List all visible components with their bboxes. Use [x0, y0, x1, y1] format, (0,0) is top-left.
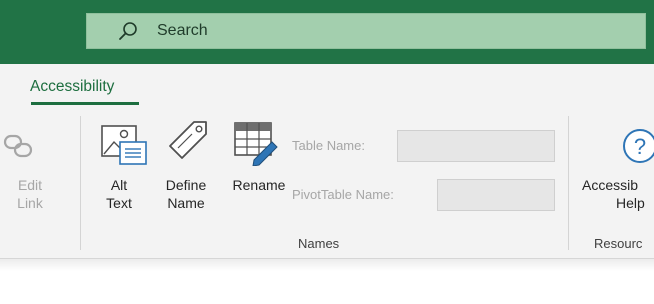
define-name-button[interactable]: Define Name — [160, 176, 212, 212]
pivot-table-name-input[interactable] — [437, 179, 555, 211]
rename-table-icon — [234, 122, 278, 166]
edit-link-line2: Link — [17, 195, 43, 211]
ribbon-shadow — [0, 259, 654, 271]
alt-text-icon — [101, 125, 147, 165]
table-name-label: Table Name: — [292, 138, 365, 153]
accessibility-help-button[interactable]: Accessib Help — [582, 176, 654, 212]
tab-accessibility[interactable]: Accessibility — [30, 78, 114, 96]
edit-link-line1: Edit — [17, 177, 43, 193]
help-icon: ? — [623, 129, 654, 163]
table-name-input[interactable] — [397, 130, 555, 162]
active-tab-indicator — [31, 102, 139, 105]
group-label-names: Names — [298, 236, 340, 251]
define-name-line2: Name — [167, 195, 205, 211]
pivot-table-name-label: PivotTable Name: — [292, 187, 394, 202]
group-separator — [80, 116, 81, 250]
alt-text-button[interactable]: Alt Text — [104, 176, 134, 212]
define-name-icon — [169, 121, 207, 159]
alt-text-line2: Text — [106, 195, 132, 211]
edit-link-button[interactable]: Edit Link — [10, 176, 50, 212]
accessibility-help-line2: Help — [616, 195, 645, 211]
rename-button[interactable]: Rename — [228, 176, 290, 194]
group-label-resources: Resourc — [594, 236, 643, 251]
edit-link-icon — [3, 134, 33, 158]
svg-text:?: ? — [634, 134, 646, 159]
alt-text-line1: Alt — [110, 177, 128, 193]
search-box[interactable]: Search — [86, 13, 646, 49]
rename-line1: Rename — [232, 177, 286, 193]
group-separator — [568, 116, 569, 250]
search-icon — [119, 22, 137, 40]
search-label: Search — [157, 22, 208, 39]
define-name-line1: Define — [165, 177, 207, 193]
accessibility-help-line1: Accessib — [582, 177, 639, 193]
